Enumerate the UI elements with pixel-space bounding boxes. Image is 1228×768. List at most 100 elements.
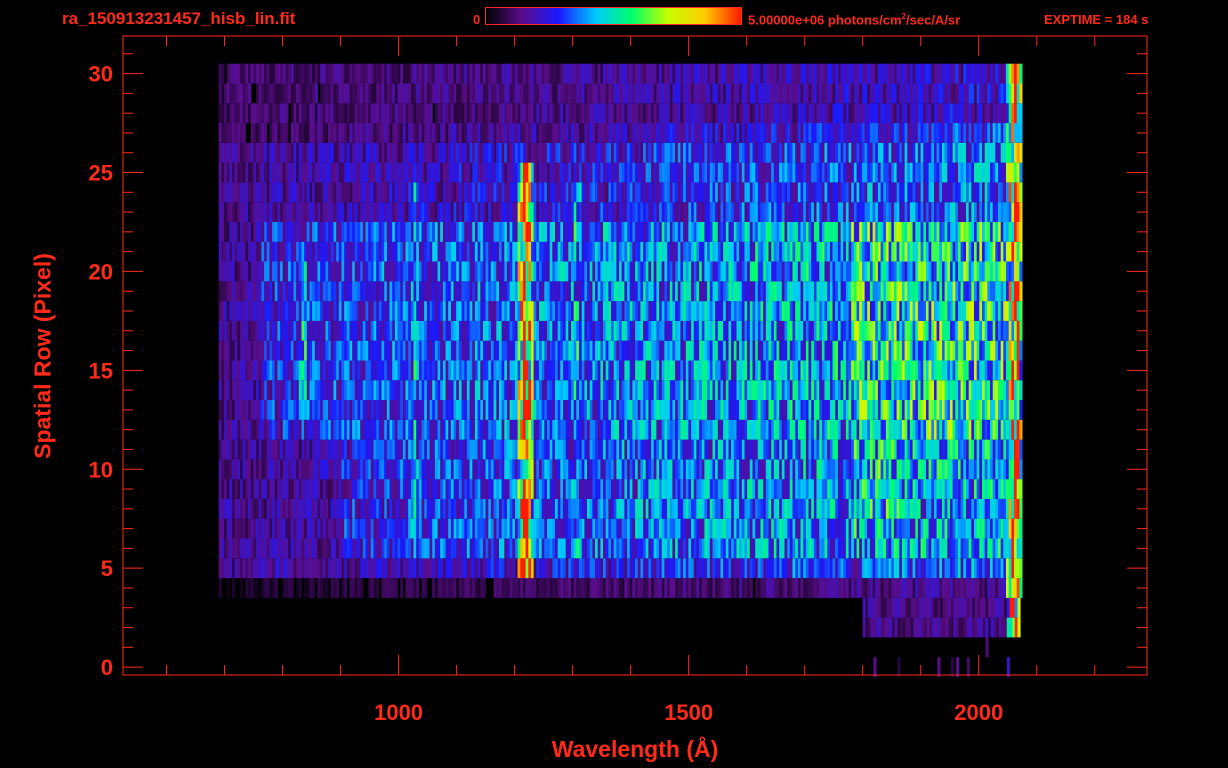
heatmap-cell [434, 380, 438, 400]
heatmap-cell [824, 340, 828, 361]
heatmap-cell [296, 518, 300, 539]
heatmap-cell [869, 380, 873, 400]
heatmap-cell [466, 439, 470, 460]
heatmap-cell [952, 320, 956, 341]
heatmap-cell [253, 281, 257, 302]
heatmap-cell [461, 380, 465, 400]
heatmap-cell [901, 301, 905, 321]
heatmap-cell [824, 301, 828, 321]
heatmap-cell [354, 558, 358, 579]
heatmap-cell [741, 301, 745, 321]
heatmap-cell [349, 558, 353, 579]
heatmap-cell [931, 340, 935, 361]
heatmap-cell [400, 261, 404, 282]
heatmap-cell [322, 261, 326, 282]
heatmap-cell [221, 261, 225, 282]
heatmap-cell [482, 538, 486, 559]
heatmap-cell [904, 459, 908, 480]
heatmap-cell [656, 578, 660, 598]
heatmap-cell [963, 380, 967, 400]
heatmap-cell [509, 380, 513, 400]
heatmap-cell [861, 459, 865, 480]
heatmap-cell [376, 558, 380, 579]
heatmap-cell [330, 301, 334, 321]
heatmap-cell [781, 578, 785, 598]
heatmap-cell [547, 479, 551, 499]
heatmap-cell [504, 538, 508, 559]
heatmap-cell [971, 498, 975, 519]
heatmap-cell [861, 439, 865, 460]
heatmap-cell [448, 578, 452, 598]
heatmap-cell [885, 538, 889, 559]
heatmap-cell [381, 538, 385, 559]
heatmap-cell [715, 538, 719, 559]
heatmap-cell [288, 439, 292, 460]
heatmap-cell [456, 518, 460, 539]
heatmap-cell [349, 400, 353, 420]
heatmap-cell [341, 538, 345, 559]
heatmap-cell [589, 380, 593, 400]
heatmap-cell [400, 558, 404, 579]
heatmap-cell [1019, 340, 1023, 361]
heatmap-cell [362, 459, 366, 480]
heatmap-cell [800, 459, 804, 480]
heatmap-cell [784, 538, 788, 559]
heatmap-cell [552, 340, 556, 361]
heatmap-cell [773, 320, 777, 341]
heatmap-cell [789, 419, 793, 440]
heatmap-cell [493, 281, 497, 302]
heatmap-cell [648, 360, 652, 381]
heatmap-cell [645, 479, 649, 499]
heatmap-cell [897, 657, 901, 677]
heatmap-cell [845, 459, 849, 480]
heatmap-cell [349, 459, 353, 480]
heatmap-cell [888, 439, 892, 460]
heatmap-cell [621, 360, 625, 381]
heatmap-cell [552, 301, 556, 321]
heatmap-cell [408, 419, 412, 440]
heatmap-cell [995, 538, 999, 559]
heatmap-cell [963, 419, 967, 440]
heatmap-cell [512, 578, 516, 598]
heatmap-cell [923, 400, 927, 420]
heatmap-cell [776, 320, 780, 341]
heatmap-cell [272, 498, 276, 519]
heatmap-cell [357, 518, 361, 539]
heatmap-cell [288, 419, 292, 440]
heatmap-cell [789, 380, 793, 400]
heatmap-cell [595, 538, 599, 559]
heatmap-cell [370, 479, 374, 499]
heatmap-cell [272, 419, 276, 440]
heatmap-cell [632, 558, 636, 579]
heatmap-cell [688, 439, 692, 460]
heatmap-cell [819, 558, 823, 579]
heatmap-cell [909, 301, 913, 321]
heatmap-cell [664, 479, 668, 499]
heatmap-cell [987, 479, 991, 499]
heatmap-cell [845, 320, 849, 341]
heatmap-cell [982, 558, 986, 579]
heatmap-cell [709, 380, 713, 400]
heatmap-cell [917, 578, 921, 598]
heatmap-cell [859, 459, 863, 480]
heatmap-cell [571, 439, 575, 460]
heatmap-cell [869, 498, 873, 519]
heatmap-cell [314, 360, 318, 381]
heatmap-cell [544, 439, 548, 460]
heatmap-cell [474, 400, 478, 420]
heatmap-cell [312, 320, 316, 341]
heatmap-cell [611, 281, 615, 302]
heatmap-cell [539, 498, 543, 519]
heatmap-cell [242, 301, 246, 321]
heatmap-cell [408, 479, 412, 499]
heatmap-cell [448, 320, 452, 341]
heatmap-cell [733, 380, 737, 400]
heatmap-cell [928, 518, 932, 539]
heatmap-cell [333, 419, 337, 440]
heatmap-cell [512, 301, 516, 321]
heatmap-cell [800, 320, 804, 341]
heatmap-cell [525, 578, 529, 598]
heatmap-cell [936, 518, 940, 539]
heatmap-cell [982, 518, 986, 539]
heatmap-cell [333, 439, 337, 460]
